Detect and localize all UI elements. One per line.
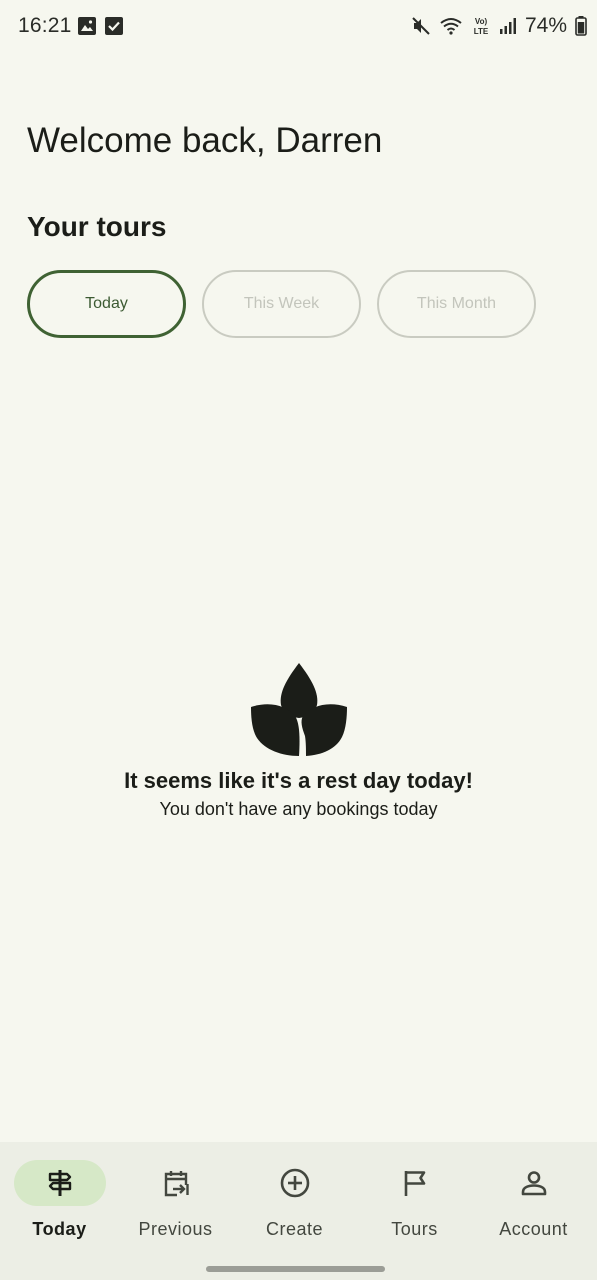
calendar-arrow-icon xyxy=(164,1171,189,1197)
nav-item-previous[interactable]: Previous xyxy=(116,1142,235,1262)
volte-icon: Vo) LTE xyxy=(474,17,489,36)
nav-icon-container xyxy=(369,1160,461,1206)
empty-state: It seems like it's a rest day today! You… xyxy=(0,660,597,820)
welcome-title: Welcome back, Darren xyxy=(27,121,383,160)
nav-label-previous: Previous xyxy=(138,1219,213,1239)
nav-icon-container xyxy=(249,1160,341,1206)
battery-percentage: 74% xyxy=(524,14,567,37)
nav-label-create: Create xyxy=(265,1219,324,1239)
check-box-icon xyxy=(105,17,123,35)
signpost-icon xyxy=(48,1170,71,1196)
nav-item-account[interactable]: Account xyxy=(474,1142,593,1262)
tour-period-filters: Today This Week This Month xyxy=(27,270,536,338)
flag-icon xyxy=(404,1171,425,1196)
battery-icon xyxy=(575,16,587,36)
nav-label-today: Today xyxy=(32,1219,87,1239)
wifi-icon xyxy=(440,18,462,35)
bottom-navigation: Today Previous Create Tours Account xyxy=(0,1142,597,1280)
status-bar: 16:21 Vo) LTE 74% xyxy=(0,0,597,54)
svg-text:LTE: LTE xyxy=(474,27,489,36)
status-notification-icons xyxy=(78,17,123,35)
signal-icon xyxy=(499,18,516,34)
status-system-icons: Vo) LTE 74% xyxy=(411,14,587,38)
leaf-sprout-icon xyxy=(250,663,347,756)
nav-icon-container xyxy=(488,1160,580,1206)
nav-item-tours[interactable]: Tours xyxy=(355,1142,474,1262)
svg-text:Vo): Vo) xyxy=(475,17,488,26)
app-screen: 16:21 Vo) LTE 74% Welcome back, Darren Y… xyxy=(0,0,597,1280)
filter-this-week-chip[interactable]: This Week xyxy=(202,270,361,338)
nav-label-account: Account xyxy=(499,1219,568,1239)
filter-this-month-chip[interactable]: This Month xyxy=(377,270,536,338)
add-circle-icon xyxy=(280,1168,309,1198)
nav-label-tours: Tours xyxy=(391,1219,438,1239)
nav-item-today[interactable]: Today xyxy=(0,1142,119,1262)
image-icon xyxy=(78,17,96,35)
empty-state-title: It seems like it's a rest day today! xyxy=(124,768,473,793)
person-icon xyxy=(521,1171,546,1196)
nav-item-create[interactable]: Create xyxy=(235,1142,354,1262)
empty-state-subtitle: You don't have any bookings today xyxy=(159,799,438,819)
gesture-home-indicator[interactable] xyxy=(206,1266,385,1272)
status-time: 16:21 xyxy=(18,14,72,37)
mute-icon xyxy=(412,17,430,35)
filter-today-chip[interactable]: Today xyxy=(27,270,186,338)
nav-active-indicator xyxy=(13,1160,106,1206)
nav-icon-container xyxy=(130,1160,222,1206)
your-tours-heading: Your tours xyxy=(27,211,167,242)
